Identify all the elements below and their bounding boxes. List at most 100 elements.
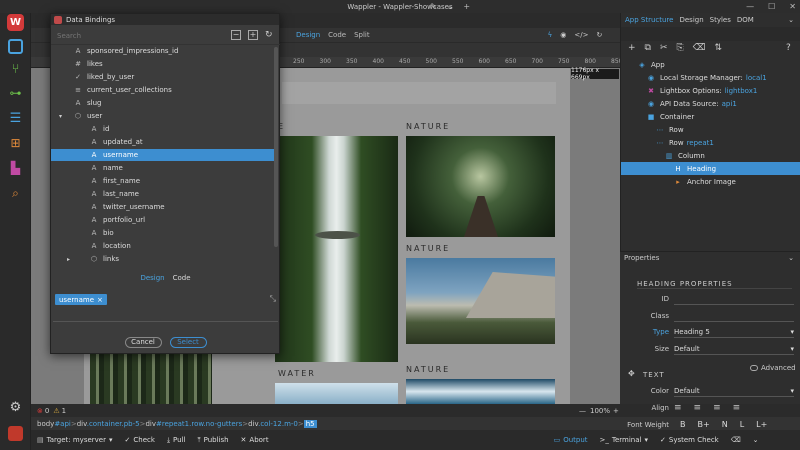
type-select[interactable]: Heading 5 ▾	[674, 327, 794, 338]
forest-image[interactable]	[90, 354, 212, 404]
align-left-icon[interactable]: ≡	[674, 403, 682, 415]
tab-code[interactable]: Code	[173, 274, 191, 282]
font-weight-option[interactable]: N	[722, 420, 728, 432]
panel-tab[interactable]: Design	[679, 16, 703, 24]
caret-down-icon[interactable]: ▾	[59, 113, 62, 120]
maximize-icon[interactable]: ☐	[768, 2, 775, 11]
expand-all-icon[interactable]: +	[248, 30, 258, 40]
mountain-image[interactable]	[406, 258, 555, 344]
tree-item[interactable]: Asponsored_impressions_id	[51, 45, 276, 57]
paste-icon[interactable]: ⎘	[677, 43, 684, 53]
tree-item[interactable]: Aid	[51, 123, 276, 135]
font-weight-option[interactable]: B	[680, 420, 686, 432]
structure-item[interactable]: ⋯ Row repeat1	[621, 136, 800, 149]
copy-icon[interactable]: ⧉	[645, 43, 651, 53]
structure-item[interactable]: ◉ Local Storage Manager: local1	[621, 71, 800, 84]
caret-right-icon[interactable]: ▸	[67, 256, 70, 263]
size-select[interactable]: Default ▾	[674, 344, 794, 355]
zoom-value[interactable]: 100%	[590, 407, 610, 415]
tree-item[interactable]: Alast_name	[51, 188, 276, 200]
close-icon[interactable]: ✕	[789, 2, 796, 11]
category-heading[interactable]: NATURE	[406, 122, 450, 131]
help-icon[interactable]: ?	[786, 43, 791, 53]
database-icon[interactable]: ☰	[8, 112, 23, 127]
minimize-icon[interactable]: —	[746, 2, 754, 11]
code-icon[interactable]: </>	[574, 31, 588, 39]
font-weight-option[interactable]: L	[740, 420, 744, 432]
tree-item[interactable]: Alocation	[51, 240, 276, 252]
abort-button[interactable]: ✕ Abort	[241, 436, 269, 444]
category-heading[interactable]: NATURE	[406, 244, 450, 253]
tree-item[interactable]: Aslug	[51, 97, 276, 109]
structure-item[interactable]: ⋯ Row	[621, 123, 800, 136]
panel-tab[interactable]: DOM	[737, 16, 754, 24]
expression-field[interactable]: username × ⤡	[53, 292, 278, 322]
git-icon[interactable]: ⑂	[8, 63, 23, 78]
structure-item[interactable]: ▸ Anchor Image	[621, 175, 800, 188]
settings-icon[interactable]: ⚙	[8, 401, 23, 416]
search-input[interactable]	[51, 32, 221, 40]
align-right-icon[interactable]: ≡	[713, 403, 721, 415]
add-icon[interactable]: +	[628, 43, 636, 53]
chart-icon[interactable]: ▙	[8, 162, 23, 177]
waterfall-image[interactable]	[275, 136, 398, 362]
lightning-icon[interactable]: ϟ	[548, 31, 553, 39]
remove-tag-icon[interactable]: ×	[97, 296, 103, 304]
cancel-button[interactable]: Cancel	[124, 336, 162, 348]
breadcrumb-item[interactable]: div.col-12.m-0	[248, 420, 298, 428]
chevron-down-icon[interactable]: ⌄	[753, 436, 759, 444]
zoom-out-icon[interactable]: —	[579, 407, 586, 415]
cut-icon[interactable]: ✂	[660, 43, 668, 53]
error-icon[interactable]: ⊗	[37, 407, 43, 415]
font-weight-option[interactable]: L+	[756, 420, 767, 432]
class-field[interactable]	[674, 311, 794, 322]
chevron-down-icon[interactable]: ⌄	[447, 2, 454, 11]
breadcrumb-item[interactable]: div#repeat1.row.no-gutters	[145, 420, 242, 428]
edit-icon[interactable]: ✎	[430, 2, 437, 11]
workflow-icon[interactable]: ⊶	[8, 87, 23, 102]
refresh-icon[interactable]: ↻	[265, 30, 273, 40]
forest-bridge-image[interactable]	[406, 136, 555, 237]
id-field[interactable]	[674, 294, 794, 305]
structure-item[interactable]: ✖ Lightbox Options: lightbox1	[621, 84, 800, 97]
chevron-down-icon[interactable]: ⌄	[788, 254, 794, 262]
align-justify-icon[interactable]: ≡	[733, 403, 741, 415]
breadcrumb-item[interactable]: h5	[303, 419, 317, 428]
align-center-icon[interactable]: ≡	[694, 403, 702, 415]
tree-item[interactable]: ✓ liked_by_user	[51, 71, 276, 83]
move-icon[interactable]: ⇅	[714, 43, 722, 53]
advanced-toggle[interactable]	[750, 365, 758, 371]
terminal-tab[interactable]: >_ Terminal ▾	[600, 436, 648, 444]
tree-item[interactable]: ≡ current_user_collections	[51, 84, 276, 96]
water-image[interactable]	[275, 383, 398, 404]
structure-item[interactable]: ▥ Column	[621, 149, 800, 162]
breadcrumb-item[interactable]: div.container.pb-5	[77, 420, 140, 428]
target-select[interactable]: ▤ Target: myserver ▾	[37, 436, 113, 444]
tree-item[interactable]: Afirst_name	[51, 175, 276, 187]
eraser-icon[interactable]: ⌫	[731, 436, 741, 444]
structure-item[interactable]: H Heading	[621, 162, 800, 175]
zoom-in-icon[interactable]: +	[613, 407, 619, 415]
sea-image[interactable]	[406, 379, 555, 404]
panel-tab[interactable]: App Structure	[625, 16, 673, 24]
preview-icon[interactable]: ◉	[560, 31, 566, 39]
avatar[interactable]	[8, 426, 23, 441]
refresh-icon[interactable]: ↻	[596, 31, 602, 39]
tree-item[interactable]: Aupdated_at	[51, 136, 276, 148]
tree-item[interactable]: Aportfolio_url	[51, 214, 276, 226]
color-select[interactable]: Default ▾	[674, 386, 794, 397]
tab-split[interactable]: Split	[354, 31, 370, 39]
tab-design[interactable]: Design	[296, 31, 320, 39]
tree-item[interactable]: ▾ ⬡ user	[51, 110, 276, 122]
select-button[interactable]: Select	[169, 336, 207, 348]
chevron-down-icon[interactable]: ⌄	[788, 16, 794, 24]
tab-design[interactable]: Design	[140, 274, 164, 282]
tree-item[interactable]: ▸ ⬡ links	[51, 253, 276, 265]
check-button[interactable]: ✓ Check	[125, 436, 155, 444]
publish-button[interactable]: ⤒ Publish	[197, 436, 228, 445]
tree-item[interactable]: Atwitter_username	[51, 201, 276, 213]
search-icon[interactable]: ⌕	[8, 187, 23, 202]
structure-item[interactable]: ◈ App	[621, 58, 800, 71]
pull-button[interactable]: ⤓ Pull	[167, 436, 186, 445]
tree-item[interactable]: # likes	[51, 58, 276, 70]
